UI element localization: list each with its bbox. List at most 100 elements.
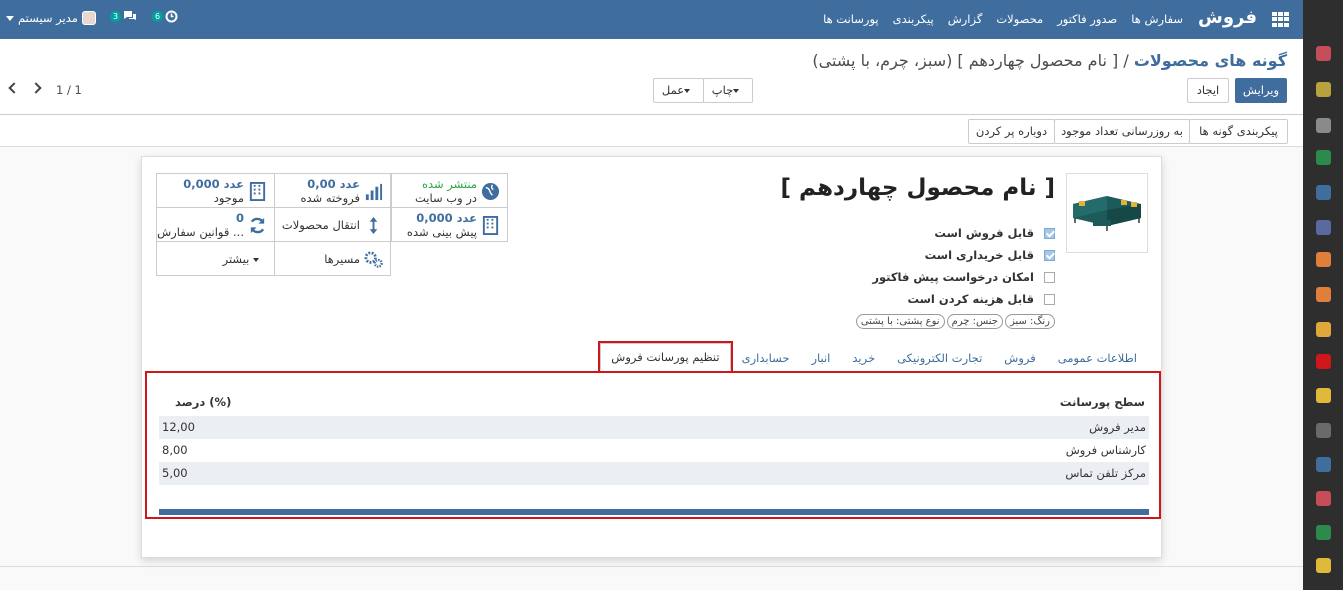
replenish-button[interactable]: دوباره پر کردن — [968, 119, 1055, 144]
control-panel: گونه های محصولات / [ نام محصول چهاردهم ]… — [0, 39, 1303, 115]
arrows-vertical-icon — [369, 216, 378, 235]
chevron-right-icon[interactable] — [30, 82, 42, 94]
chevron-down-icon — [684, 88, 691, 93]
apps-menu-icon[interactable] — [1272, 12, 1289, 27]
tab-purchase[interactable]: خرید — [841, 345, 886, 371]
breadcrumb: گونه های محصولات / [ نام محصول چهاردهم ]… — [812, 51, 1287, 70]
checkbox-icon[interactable] — [1044, 227, 1055, 239]
messages-button[interactable]: 3 — [110, 10, 137, 22]
tag-material: جنس: چرم — [946, 314, 1003, 329]
chevron-left-icon[interactable] — [8, 82, 20, 94]
notebook-tabs: اطلاعات عمومی فروش تجارت الکترونیکی خرید… — [598, 341, 1148, 373]
discuss-app-icon[interactable] — [1316, 46, 1331, 61]
tab-sales-commission[interactable]: تنظیم پورسانت فروش — [598, 341, 733, 373]
checkbox-expense[interactable]: قابل هزینه کردن است — [907, 292, 1055, 306]
column-percent[interactable]: درصد (%) — [175, 395, 231, 409]
form-header: پیکربندی گونه ها به روزرسانی تعداد موجود… — [0, 115, 1303, 147]
create-button[interactable]: ایجاد — [1187, 78, 1229, 103]
settings-app-icon[interactable] — [1316, 525, 1331, 540]
messages-count-badge: 3 — [110, 10, 122, 22]
tab-sales[interactable]: فروش — [993, 345, 1046, 371]
table-row[interactable]: کارشناس فروش 8,00 — [159, 439, 1149, 462]
product-title: [ نام محصول چهاردهم ] — [780, 175, 1055, 201]
helpdesk-app-icon[interactable] — [1316, 388, 1331, 403]
website-button[interactable]: منتشر شده در وب سایت — [391, 173, 508, 208]
tab-general-info[interactable]: اطلاعات عمومی — [1047, 345, 1148, 371]
print-label: چاپ — [711, 83, 734, 97]
purchase-app-icon[interactable] — [1316, 354, 1331, 369]
apps-sidebar — [1303, 0, 1343, 590]
chevron-down-icon — [733, 88, 740, 93]
employees-app-icon[interactable] — [1316, 491, 1331, 506]
inventory-app-icon[interactable] — [1316, 423, 1331, 438]
documents-app-icon[interactable] — [1316, 558, 1331, 573]
user-menu[interactable]: مدیر سیستم — [6, 11, 96, 25]
checkbox-icon[interactable] — [1044, 249, 1055, 261]
product-moves-button[interactable]: انتقال محصولات — [274, 207, 391, 242]
product-image[interactable] — [1066, 173, 1148, 253]
breadcrumb-parent[interactable]: گونه های محصولات — [1134, 51, 1287, 70]
menu-products[interactable]: محصولات — [996, 12, 1043, 26]
refresh-icon — [250, 217, 265, 234]
website-app-icon[interactable] — [1316, 287, 1331, 302]
action-label: عمل — [661, 83, 685, 97]
tag-color: رنگ: سبز — [1004, 314, 1055, 329]
menu-commissions[interactable]: پورسانت ها — [823, 12, 879, 26]
calendar-app-icon[interactable] — [1316, 82, 1331, 97]
breadcrumb-current: [ نام محصول چهاردهم ] (سبز، چرم، با پشتی… — [812, 51, 1119, 70]
gears-icon — [364, 251, 383, 268]
chevron-down-icon — [253, 257, 259, 262]
commission-panel: سطح پورسانت درصد (%) مدیر فروش 12,00 کار… — [145, 371, 1161, 519]
top-navbar: فروش سفارش ها صدور فاکتور محصولات گزارش … — [0, 0, 1303, 39]
edit-button[interactable]: ویرایش — [1235, 78, 1287, 103]
building-icon — [482, 216, 499, 235]
more-dropdown[interactable]: بیشتر — [156, 241, 275, 276]
globe-icon — [481, 182, 500, 201]
tab-accounting[interactable]: حسابداری — [731, 345, 801, 371]
clock-icon — [165, 10, 178, 23]
chevron-down-icon — [6, 15, 14, 21]
onhand-button[interactable]: 0,000 عدد موجود — [156, 173, 275, 208]
contacts-app-icon[interactable] — [1316, 150, 1331, 165]
main-menu: سفارش ها صدور فاکتور محصولات گزارش پیکرب… — [823, 12, 1183, 26]
crm-app-icon[interactable] — [1316, 185, 1331, 200]
tab-inventory[interactable]: انبار — [800, 345, 841, 371]
forecast-button[interactable]: 0,000 عدد پیش بینی شده — [391, 207, 508, 242]
user-name: مدیر سیستم — [18, 11, 78, 25]
configure-variants-button[interactable]: پیکربندی گونه ها — [1189, 119, 1288, 144]
table-row[interactable]: مدیر فروش 12,00 — [159, 416, 1149, 439]
divider — [0, 566, 1303, 567]
update-quantity-button[interactable]: به روزرسانی تعداد موجود — [1054, 119, 1190, 144]
menu-invoicing[interactable]: صدور فاکتور — [1057, 12, 1117, 26]
invoicing-app-icon[interactable] — [1316, 457, 1331, 472]
tag-backrest: نوع پشتی: با پشتی — [855, 314, 945, 329]
routes-button[interactable]: مسیرها — [274, 241, 391, 276]
checkbox-purchase-ok[interactable]: قابل خریداری است — [925, 248, 1055, 262]
chat-icon — [124, 11, 137, 20]
dashboard-app-icon[interactable] — [1316, 252, 1331, 267]
smart-buttons: منتشر شده در وب سایت 0,00 عدد فروخته شده… — [156, 173, 508, 278]
sold-button[interactable]: 0,00 عدد فروخته شده — [274, 173, 391, 208]
checkbox-sale-ok[interactable]: قابل فروش است — [934, 226, 1055, 240]
menu-orders[interactable]: سفارش ها — [1131, 12, 1183, 26]
menu-reporting[interactable]: گزارش — [948, 12, 983, 26]
bar-chart-icon — [365, 183, 383, 201]
checkbox-icon[interactable] — [1044, 293, 1055, 305]
table-footer-bar — [159, 509, 1149, 515]
pager-value[interactable]: 1 / 1 — [56, 83, 82, 97]
checkbox-icon[interactable] — [1044, 271, 1055, 283]
menu-configuration[interactable]: پیکربندی — [893, 12, 934, 26]
table-row[interactable]: مرکز تلفن تماس 5,00 — [159, 462, 1149, 485]
variant-tags: رنگ: سبز جنس: چرم نوع پشتی: با پشتی — [855, 314, 1055, 329]
notes-app-icon[interactable] — [1316, 118, 1331, 133]
tab-ecommerce[interactable]: تجارت الکترونیکی — [886, 345, 993, 371]
action-dropdown[interactable]: عمل — [653, 78, 704, 103]
ecommerce-app-icon[interactable] — [1316, 322, 1331, 337]
app-brand[interactable]: فروش — [1198, 7, 1257, 28]
checkbox-quotation[interactable]: امکان درخواست پیش فاکتور — [872, 270, 1055, 284]
activity-button[interactable]: 6 — [152, 10, 178, 23]
reorder-rules-button[interactable]: 0 قوانین سفارش ... — [156, 207, 275, 242]
print-dropdown[interactable]: چاپ — [703, 78, 753, 103]
sales-app-icon[interactable] — [1316, 220, 1331, 235]
column-commission-level[interactable]: سطح پورسانت — [1060, 395, 1145, 409]
